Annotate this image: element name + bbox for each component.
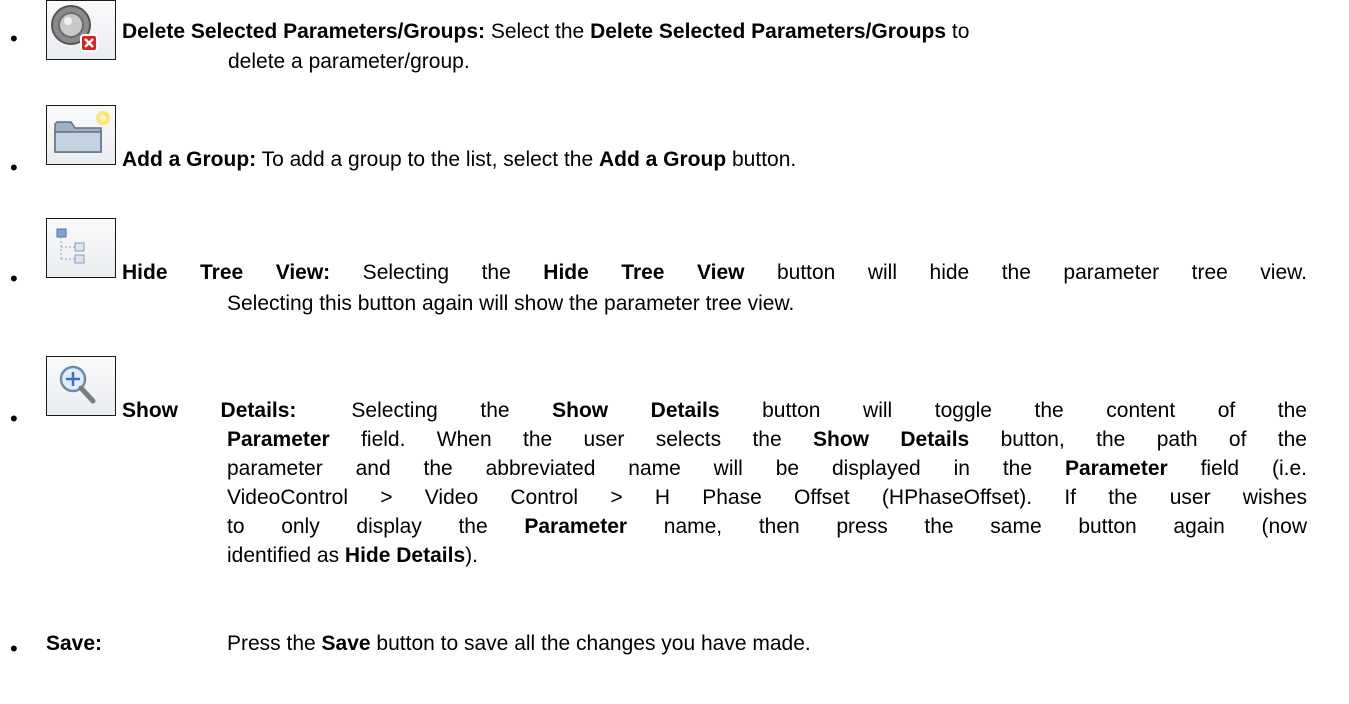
term: Hide Tree View: [122, 261, 331, 284]
item-line-1-body: Press the Save button to save all the ch… [227, 632, 811, 655]
bullet: • [10, 636, 18, 661]
bullet: • [10, 266, 18, 291]
item-line-2: delete a parameter/group. [228, 50, 470, 73]
item-line-6: identified as Hide Details). [227, 544, 478, 567]
item-line-4: VideoControl > Video Control > H Phase O… [227, 486, 1307, 509]
item-line-5: to only display the Parameter name, then… [227, 515, 1307, 538]
term: Show Details: [122, 399, 297, 422]
item-line-1: Save: [46, 632, 102, 656]
item-line-2: Selecting this button again will show th… [227, 292, 795, 315]
item-line-1: Hide Tree View: Selecting the Hide Tree … [122, 261, 1307, 284]
bullet: • [10, 406, 18, 431]
delete-parameters-icon[interactable] [46, 0, 116, 60]
item-line-1: Show Details: Selecting the Show Details … [122, 399, 1307, 422]
item-line-1: Delete Selected Parameters/Groups: Selec… [122, 20, 970, 43]
tree-view-icon[interactable] [46, 218, 116, 278]
term: Delete Selected Parameters/Groups: [122, 20, 485, 43]
term: Save: [46, 632, 103, 655]
bullet: • [10, 26, 18, 51]
item-line-3: parameter and the abbreviated name will … [227, 457, 1307, 480]
item-line-2: Parameter field. When the user selects t… [227, 428, 1307, 451]
term: Add a Group: [122, 148, 257, 171]
magnifier-plus-icon[interactable] [46, 356, 116, 416]
item-line-1: Add a Group: To add a group to the list,… [122, 148, 797, 171]
bullet: • [10, 155, 18, 180]
add-group-folder-icon[interactable] [46, 105, 116, 165]
